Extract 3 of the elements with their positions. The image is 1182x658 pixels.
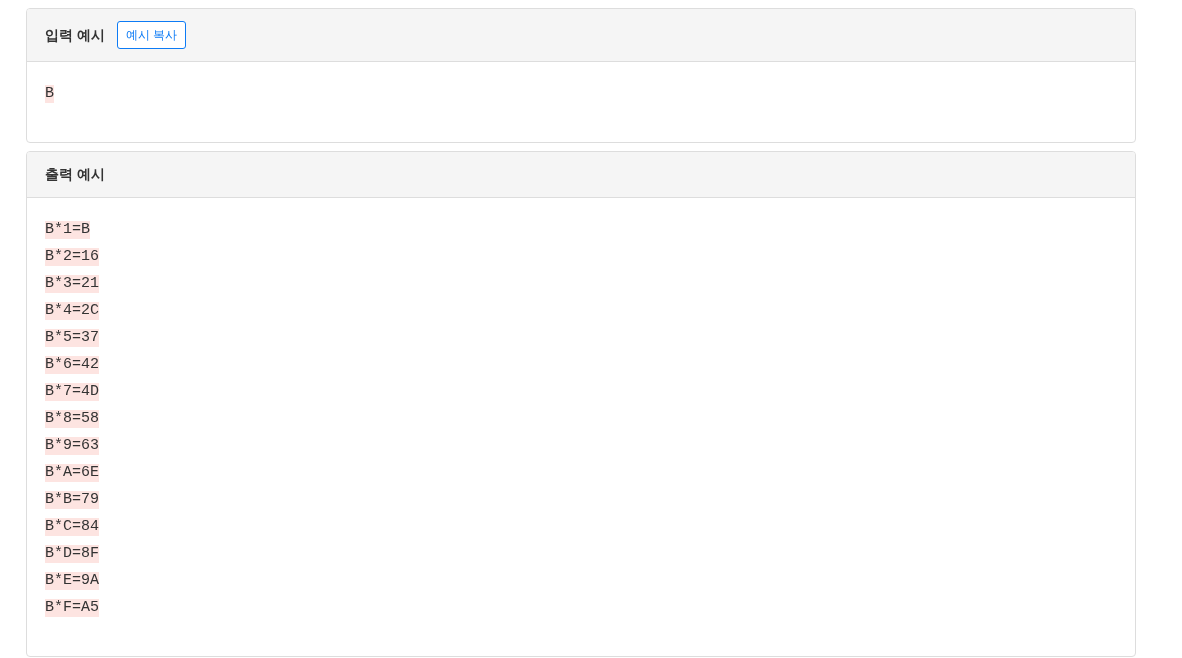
panel-title: 입력 예시: [45, 25, 105, 45]
copy-example-button[interactable]: 예시 복사: [116, 21, 187, 49]
panel-title: 출력 예시: [45, 165, 105, 184]
